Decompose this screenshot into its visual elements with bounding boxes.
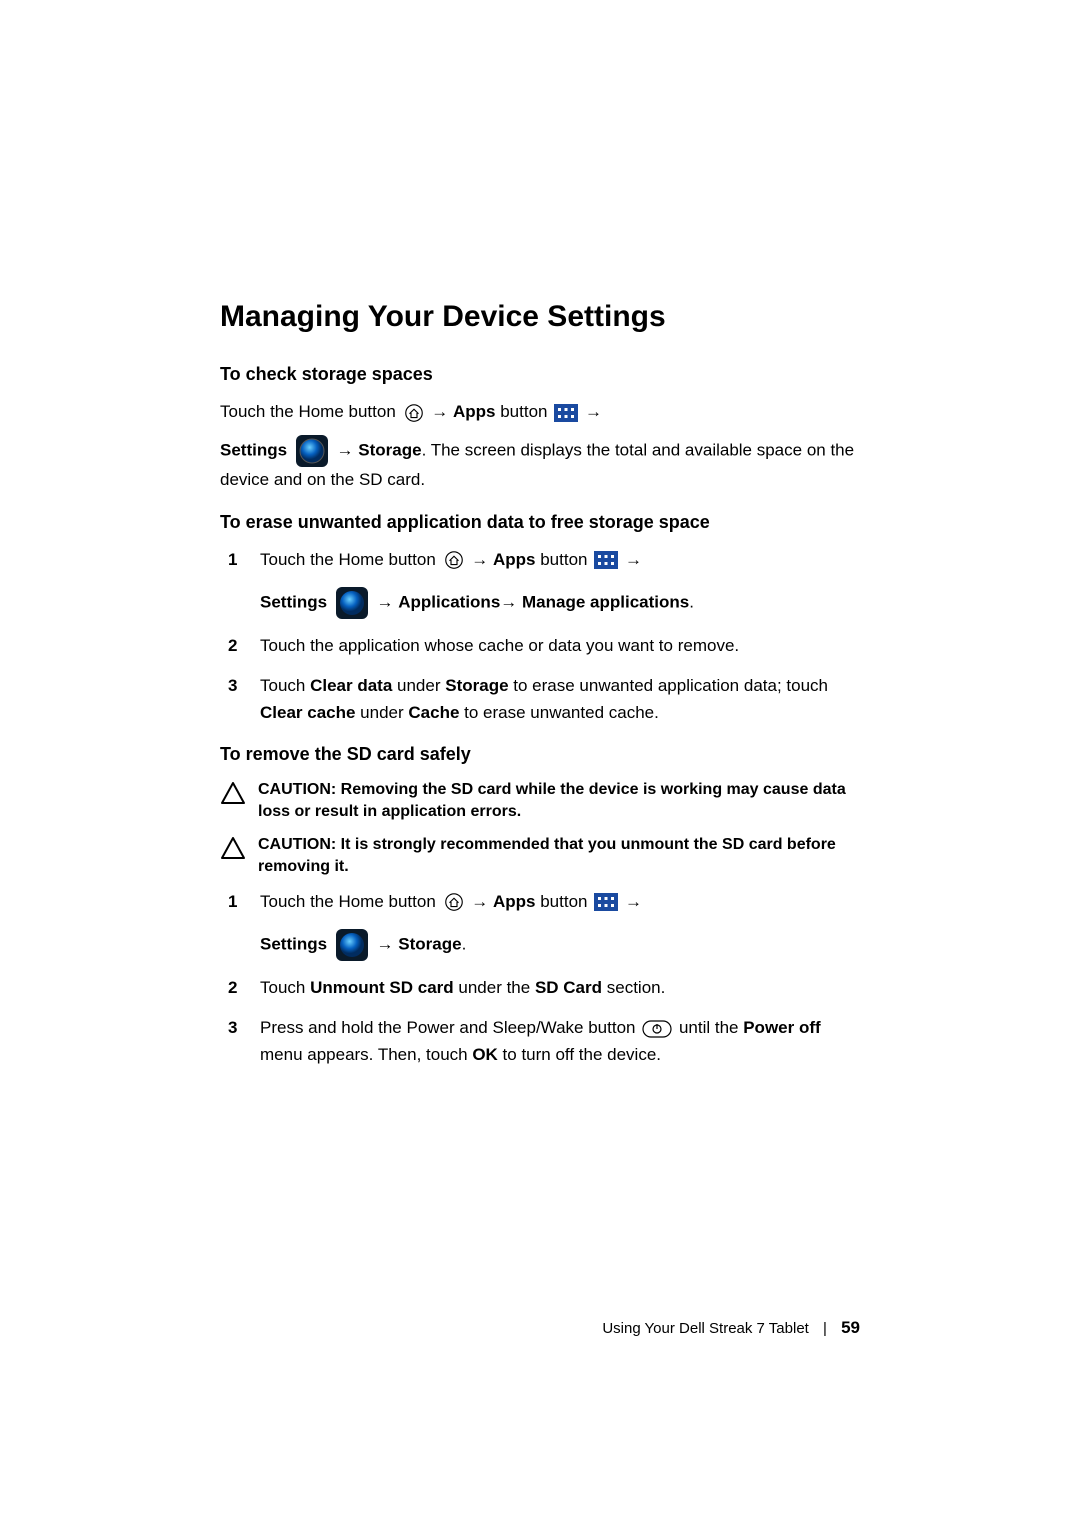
caution-label: CAUTION: [258, 836, 341, 853]
text: under the [454, 978, 535, 997]
storage-label: Storage [398, 934, 461, 953]
text: . [689, 593, 694, 612]
text: . [462, 934, 467, 953]
caution-label: CAUTION: [258, 781, 341, 798]
text: Touch the Home button [220, 402, 401, 421]
apps-label: Apps [493, 892, 536, 911]
text: under [355, 703, 408, 722]
sd-card-label: SD Card [535, 978, 602, 997]
page-title: Managing Your Device Settings [220, 300, 860, 334]
settings-icon [296, 435, 328, 467]
settings-label: Settings [260, 934, 332, 953]
settings-label: Settings [220, 441, 292, 460]
erase-steps-list: Touch the Home button → Apps button → Se… [260, 547, 860, 726]
settings-label: Settings [260, 593, 332, 612]
text: button [500, 402, 552, 421]
list-item: Touch the Home button → Apps button → Se… [260, 889, 860, 961]
section-heading-remove-sd: To remove the SD card safely [220, 744, 860, 765]
text: to turn off the device. [498, 1045, 661, 1064]
section-heading-storage: To check storage spaces [220, 364, 860, 385]
clear-cache-label: Clear cache [260, 703, 355, 722]
clear-data-label: Clear data [310, 676, 392, 695]
page-footer: Using Your Dell Streak 7 Tablet | 59 [602, 1318, 860, 1338]
text: Touch the Home button [260, 892, 441, 911]
apps-grid-icon [554, 404, 578, 422]
arrow-icon: → [471, 892, 488, 911]
caution-triangle-icon [220, 836, 246, 865]
settings-icon [336, 587, 368, 619]
storage-label: Storage [358, 441, 421, 460]
page-number: 59 [841, 1318, 860, 1337]
list-item: Touch Clear data under Storage to erase … [260, 673, 860, 726]
section-heading-erase: To erase unwanted application data to fr… [220, 512, 860, 533]
list-item: Touch the application whose cache or dat… [260, 633, 860, 659]
text: under [392, 676, 445, 695]
text: section. [602, 978, 665, 997]
text: button [540, 892, 592, 911]
remove-sd-steps-list: Touch the Home button → Apps button → Se… [260, 889, 860, 1068]
manage-applications-label: Manage applications [522, 593, 689, 612]
settings-icon [336, 929, 368, 961]
home-icon [445, 893, 463, 911]
arrow-icon: → [585, 402, 602, 421]
arrow-icon: → [625, 550, 642, 569]
arrow-icon: → [377, 593, 394, 612]
footer-label: Using Your Dell Streak 7 Tablet [602, 1320, 809, 1337]
home-icon [445, 551, 463, 569]
arrow-icon: → [431, 402, 448, 421]
caution-block-1: CAUTION: Removing the SD card while the … [220, 779, 860, 824]
caution-text: CAUTION: It is strongly recommended that… [258, 834, 860, 879]
storage-instruction-line2: Settings → Storage. The screen displays … [220, 435, 860, 493]
apps-grid-icon [594, 551, 618, 569]
text: button [540, 550, 592, 569]
storage-instruction-line1: Touch the Home button → Apps button → [220, 399, 860, 425]
caution-triangle-icon [220, 781, 246, 810]
text: Touch [260, 978, 310, 997]
storage-label: Storage [445, 676, 508, 695]
apps-grid-icon [594, 893, 618, 911]
text: Touch [260, 676, 310, 695]
arrow-icon: → [337, 441, 354, 460]
list-item: Press and hold the Power and Sleep/Wake … [260, 1015, 860, 1068]
applications-label: Applications [398, 593, 500, 612]
list-item: Touch Unmount SD card under the SD Card … [260, 975, 860, 1001]
cache-label: Cache [408, 703, 459, 722]
caution-text: CAUTION: Removing the SD card while the … [258, 779, 860, 824]
power-button-icon [642, 1020, 672, 1038]
footer-separator: | [823, 1320, 827, 1337]
text: to erase unwanted application data; touc… [509, 676, 828, 695]
text: Touch the Home button [260, 550, 441, 569]
ok-label: OK [472, 1045, 498, 1064]
power-off-label: Power off [743, 1018, 820, 1037]
apps-label: Apps [493, 550, 536, 569]
arrow-icon: → [471, 550, 488, 569]
unmount-sd-label: Unmount SD card [310, 978, 454, 997]
caution-body: Removing the SD card while the device is… [258, 781, 846, 820]
text: until the [679, 1018, 743, 1037]
caution-block-2: CAUTION: It is strongly recommended that… [220, 834, 860, 879]
apps-label: Apps [453, 402, 496, 421]
arrow-icon: → [500, 593, 517, 612]
text: Press and hold the Power and Sleep/Wake … [260, 1018, 640, 1037]
text: menu appears. Then, touch [260, 1045, 472, 1064]
list-item: Touch the Home button → Apps button → Se… [260, 547, 860, 619]
text: to erase unwanted cache. [459, 703, 658, 722]
home-icon [405, 404, 423, 422]
arrow-icon: → [625, 892, 642, 911]
arrow-icon: → [377, 934, 394, 953]
caution-body: It is strongly recommended that you unmo… [258, 836, 836, 875]
